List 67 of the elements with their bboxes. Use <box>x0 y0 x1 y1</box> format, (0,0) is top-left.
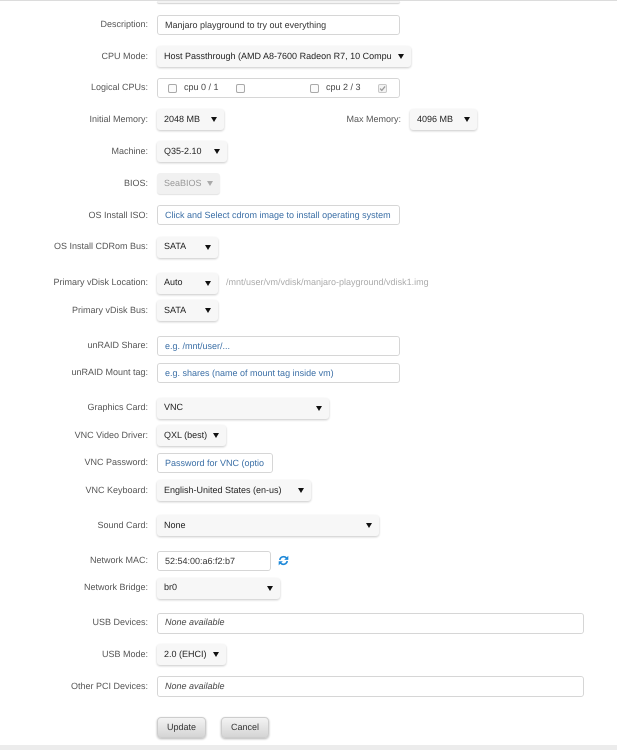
field-label: Primary vDisk Location: <box>53 277 148 288</box>
dropdown[interactable]: 4096 MB <box>410 109 477 130</box>
field-label: CPU Mode: <box>101 50 148 61</box>
form-button[interactable]: Update <box>157 717 206 738</box>
caret-icon <box>464 117 470 122</box>
field-label: USB Devices: <box>92 617 148 628</box>
dropdown[interactable]: Host Passthrough (AMD A8-7600 Radeon R7, 10 Compu <box>157 46 411 67</box>
checkbox-label: cpu 2 / 3 <box>326 82 361 92</box>
device-list: None available <box>157 676 584 698</box>
field-label: OS Install ISO: <box>88 210 148 220</box>
dropdown[interactable]: Auto <box>157 272 218 294</box>
device-list: None available <box>157 612 584 634</box>
checkbox[interactable] <box>168 84 177 93</box>
field-label: Network Bridge: <box>84 582 148 592</box>
field-label: Logical CPUs: <box>90 82 148 92</box>
dropdown[interactable]: English-United States (en-us) <box>157 480 311 502</box>
text-input[interactable]: Password for VNC (optio <box>157 453 273 474</box>
caret-icon <box>213 433 219 438</box>
caret-icon <box>205 280 211 286</box>
text-input[interactable]: Manjaro playground to try out everything <box>157 14 400 34</box>
field-label: Description: <box>100 18 148 29</box>
dropdown[interactable]: SATA <box>157 300 218 322</box>
text-input[interactable]: 52:54:00:a6:f2:b7 <box>157 550 271 571</box>
caret-icon <box>267 586 273 591</box>
text-input[interactable]: e.g. /mnt/user/... <box>157 336 400 356</box>
field-label: Graphics Card: <box>87 402 148 412</box>
caret-icon <box>366 523 372 528</box>
caret-icon <box>398 54 404 59</box>
field-label: Max Memory: <box>346 114 401 124</box>
field-label: Primary vDisk Bus: <box>72 304 148 315</box>
dropdown[interactable]: 2.0 (EHCI) <box>157 644 226 666</box>
field-label: BIOS: <box>124 178 148 188</box>
caret-icon <box>205 308 211 314</box>
field-label: USB Mode: <box>102 649 148 660</box>
dropdown[interactable]: None <box>157 515 379 536</box>
path-text: /mnt/user/vm/vdisk/manjaro-playground/vdisk1.img <box>226 276 429 290</box>
refresh-icon[interactable] <box>278 555 289 566</box>
caret-icon <box>214 149 220 154</box>
field-label: unRAID Share: <box>87 340 148 350</box>
field-label: Network MAC: <box>90 554 148 565</box>
caret-icon <box>213 652 219 658</box>
text-input[interactable]: e.g. shares (name of mount tag inside vm) <box>157 363 400 384</box>
field-label: VNC Password: <box>84 457 148 468</box>
dropdown[interactable]: VNC <box>157 398 329 419</box>
field-label: Initial Memory: <box>89 114 148 124</box>
field-label: Other PCI Devices: <box>70 680 148 691</box>
field-label: Sound Card: <box>97 520 148 530</box>
dropdown[interactable]: br0 <box>157 578 280 599</box>
caret-icon <box>207 180 213 186</box>
dropdown[interactable]: 2048 MB <box>157 109 224 130</box>
caret-icon <box>211 117 217 122</box>
caret-icon <box>316 406 322 411</box>
field-label: VNC Keyboard: <box>85 484 148 495</box>
checkbox[interactable] <box>236 84 245 93</box>
caret-icon <box>205 244 211 250</box>
dropdown[interactable]: QXL (best) <box>157 425 226 446</box>
checkbox-label: cpu 0 / 1 <box>184 82 219 92</box>
field-label: Machine: <box>111 146 148 156</box>
field-label: unRAID Mount tag: <box>71 367 148 378</box>
dropdown[interactable]: Q35-2.10 <box>157 141 227 162</box>
field-label: OS Install CDRom Bus: <box>54 241 148 252</box>
field-label: VNC Video Driver: <box>74 430 148 440</box>
checkbox[interactable] <box>310 84 319 93</box>
text-input[interactable]: Click and Select cdrom image to install operating system <box>157 205 400 226</box>
dropdown[interactable]: SATA <box>157 236 218 258</box>
form-button[interactable]: Cancel <box>221 717 270 738</box>
caret-icon <box>298 488 304 494</box>
